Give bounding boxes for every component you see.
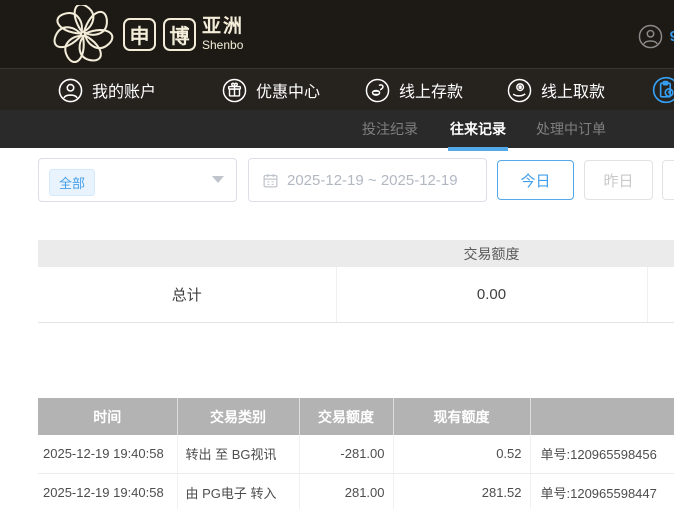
- quick-range-today-button[interactable]: 今日: [497, 160, 574, 200]
- quick-range-yesterday-button[interactable]: 昨日: [584, 160, 653, 200]
- record-tabbar: 投注纪录 往来记录 处理中订单: [0, 110, 674, 151]
- summary-header-amount: 交易额度: [336, 240, 647, 267]
- cell-balance: 281.52: [393, 473, 531, 509]
- summary-total-row: 总计 0.00: [38, 267, 674, 323]
- nav-item-promo-center[interactable]: 优惠中心: [222, 69, 320, 111]
- summary-cell-clipped: [647, 267, 674, 323]
- user-area[interactable]: 9: [638, 24, 674, 49]
- nav-item-my-account[interactable]: 我的账户: [58, 69, 156, 111]
- nav-item-transaction-records[interactable]: [652, 69, 674, 111]
- date-range-picker[interactable]: 2025-12-19 ~ 2025-12-19: [248, 158, 487, 202]
- transactions-header-row: 时间 交易类别 交易额度 现有额度: [38, 398, 674, 435]
- summary-header-empty: [38, 240, 336, 267]
- logo-suffix: 亚洲 Shenbo: [202, 17, 244, 51]
- summary-header-row: 交易额度: [38, 240, 674, 267]
- account-icon: [58, 78, 83, 102]
- promo-gift-icon: [222, 78, 247, 102]
- withdraw-icon: [507, 78, 532, 102]
- summary-total-label: 总计: [38, 267, 337, 323]
- nav-label: 线上取款: [541, 84, 606, 101]
- username-text: 9: [669, 28, 674, 45]
- nav-item-online-deposit[interactable]: 线上存款: [365, 69, 463, 111]
- nav-label: 我的账户: [92, 84, 157, 101]
- logo-region-text: 亚洲: [202, 16, 245, 37]
- col-header-ref: [530, 398, 674, 435]
- brand-logo[interactable]: 申 博 亚洲 Shenbo: [50, 5, 244, 63]
- calendar-icon: [263, 173, 278, 188]
- screen: 申 博 亚洲 Shenbo 9 我的账户 优惠中心 线上存款 线上取款 投注纪录…: [0, 0, 674, 509]
- cell-type: 转出 至 BG视讯: [177, 435, 300, 474]
- cell-ref: 单号:120965598447: [530, 473, 674, 509]
- table-row: 2025-12-19 19:40:58 转出 至 BG视讯 -281.00 0.…: [38, 435, 674, 474]
- user-circle-icon: [638, 24, 662, 49]
- type-select-dropdown[interactable]: 全部: [38, 158, 237, 202]
- tab-betting-records[interactable]: 投注纪录: [362, 110, 418, 148]
- cell-time: 2025-12-19 19:40:58: [38, 435, 178, 474]
- logo-latin-text: Shenbo: [202, 38, 244, 52]
- cell-ref: 单号:120965598456: [530, 435, 674, 474]
- nav-label: 优惠中心: [256, 84, 321, 101]
- nav-label: 线上存款: [399, 84, 464, 101]
- transaction-records-icon: [652, 76, 674, 104]
- chevron-down-icon: [212, 176, 224, 183]
- cell-balance: 0.52: [393, 435, 531, 474]
- logo-char-shen: 申: [123, 17, 156, 51]
- nav-item-online-withdraw[interactable]: 线上取款: [507, 69, 605, 111]
- flower-logo-icon: [50, 5, 116, 63]
- main-navbar: 我的账户 优惠中心 线上存款 线上取款: [0, 68, 674, 110]
- col-header-type: 交易类别: [177, 398, 300, 435]
- transactions-table: 时间 交易类别 交易额度 现有额度 2025-12-19 19:40:58 转出…: [38, 398, 674, 509]
- cell-type: 由 PG电子 转入: [177, 473, 300, 509]
- selected-type-tag[interactable]: 全部: [49, 169, 96, 196]
- date-range-text: 2025-12-19 ~ 2025-12-19: [287, 171, 458, 189]
- cell-amount: 281.00: [299, 473, 394, 509]
- deposit-icon: [365, 78, 390, 102]
- summary-total-value: 0.00: [336, 267, 648, 323]
- col-header-balance: 现有额度: [393, 398, 531, 435]
- top-header: 申 博 亚洲 Shenbo 9: [0, 0, 674, 68]
- summary-header-clipped: [647, 240, 674, 267]
- col-header-time: 时间: [38, 398, 178, 435]
- logo-char-bo: 博: [163, 17, 196, 51]
- tab-transfer-records[interactable]: 往来记录: [448, 110, 508, 151]
- summary-table: 交易额度 总计 0.00: [38, 240, 674, 323]
- col-header-amount: 交易额度: [299, 398, 394, 435]
- cell-amount: -281.00: [299, 435, 394, 474]
- quick-range-week-button[interactable]: 近7日: [662, 160, 674, 200]
- cell-time: 2025-12-19 19:40:58: [38, 473, 178, 509]
- table-row: 2025-12-19 19:40:58 由 PG电子 转入 281.00 281…: [38, 473, 674, 509]
- tab-pending-orders[interactable]: 处理中订单: [536, 110, 606, 148]
